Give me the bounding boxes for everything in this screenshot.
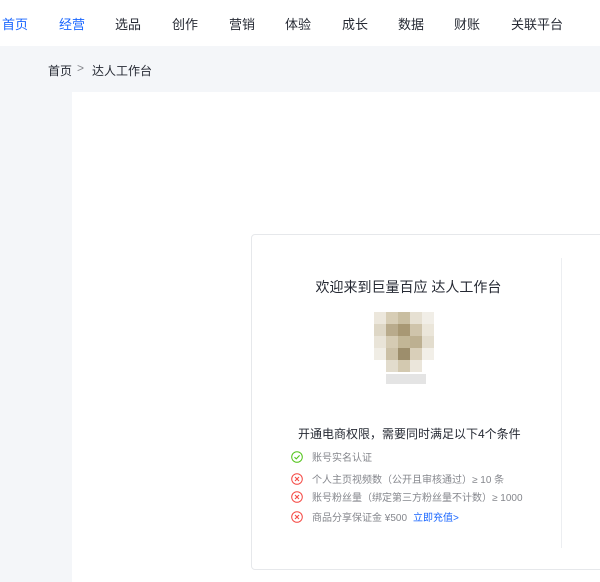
chevron-right-icon: > <box>77 61 85 75</box>
nav-item-linked-platforms[interactable]: 关联平台 <box>511 14 563 33</box>
nav-item-growth[interactable]: 成长 <box>342 14 368 33</box>
nav-item-selection[interactable]: 选品 <box>115 14 141 33</box>
breadcrumb-home[interactable]: 首页 <box>48 62 72 79</box>
conditions-title: 开通电商权限，需要同时满足以下4个条件 <box>298 427 521 441</box>
condition-text: 账号粉丝量（绑定第三方粉丝量不计数）≥ 1000 <box>312 493 523 504</box>
nav-item-creation[interactable]: 创作 <box>172 14 198 33</box>
breadcrumb-bar <box>0 46 600 92</box>
side-gutter <box>0 92 72 582</box>
condition-item: 个人主页视频数（公开且审核通过）≥ 10 条 <box>291 473 505 488</box>
nav-item-home[interactable]: 首页 <box>2 14 28 33</box>
condition-item: 商品分享保证金 ¥500 立即充值> <box>291 511 459 526</box>
welcome-title: 欢迎来到巨量百应 达人工作台 <box>315 279 502 295</box>
x-circle-icon <box>291 511 303 524</box>
top-navigation: 首页 经营 选品 创作 营销 体验 成长 数据 财账 关联平台 <box>0 0 600 46</box>
card-divider <box>561 258 562 548</box>
condition-text: 个人主页视频数（公开且审核通过）≥ 10 条 <box>312 475 505 486</box>
recharge-link[interactable]: 立即充值> <box>413 513 459 524</box>
check-circle-icon <box>291 451 303 464</box>
x-circle-icon <box>291 491 303 504</box>
condition-item: 账号粉丝量（绑定第三方粉丝量不计数）≥ 1000 <box>291 491 523 506</box>
nav-item-finance[interactable]: 财账 <box>454 14 480 33</box>
breadcrumb-current: 达人工作台 <box>92 64 153 78</box>
x-circle-icon <box>291 473 303 486</box>
nav-item-marketing[interactable]: 营销 <box>229 14 255 33</box>
condition-text: 商品分享保证金 ¥500 <box>312 513 408 524</box>
condition-item: 账号实名认证 <box>291 451 372 466</box>
nav-item-experience[interactable]: 体验 <box>285 14 311 33</box>
qr-code-image <box>374 312 438 388</box>
nav-item-business[interactable]: 经营 <box>59 14 85 33</box>
condition-text: 账号实名认证 <box>312 453 372 464</box>
nav-item-data[interactable]: 数据 <box>398 14 424 33</box>
